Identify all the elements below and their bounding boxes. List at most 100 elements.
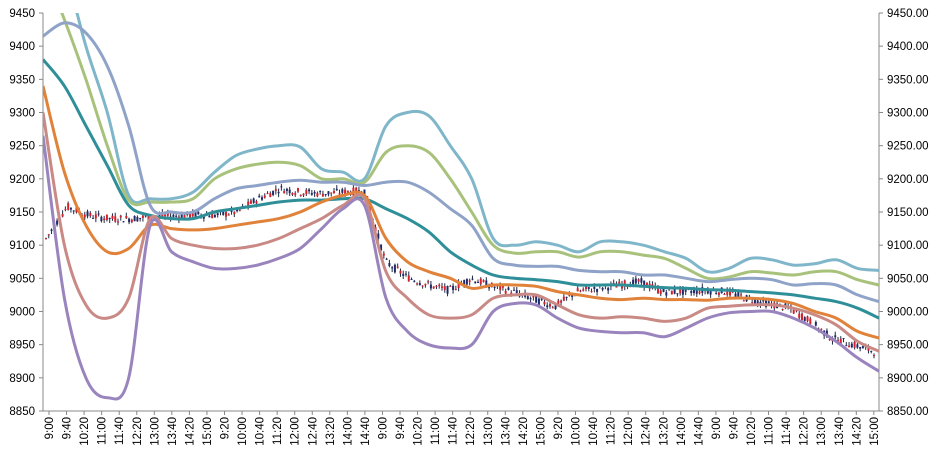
y-tick-label-left: 9350 (9, 74, 35, 86)
price-bar (407, 275, 410, 282)
price-bar (308, 189, 311, 192)
price-bar (676, 293, 679, 295)
price-bar (452, 285, 455, 290)
x-tick-label: 11:00 (97, 417, 109, 445)
price-bar (715, 292, 718, 294)
price-bar (208, 215, 211, 218)
x-tick-label: 13:20 (658, 417, 670, 446)
y-tick-label-left: 8950 (9, 340, 35, 352)
price-bar (432, 286, 435, 289)
price-bar (482, 280, 485, 282)
y-tick-label-right: 9000.00 (887, 307, 929, 319)
price-bar (665, 292, 668, 296)
price-bar (108, 217, 111, 220)
price-bar (61, 214, 64, 217)
price-bar (596, 288, 599, 292)
price-bar (579, 290, 582, 292)
price-bar (299, 194, 302, 196)
chart: 9450 9450.00 9400 9400.00 9350 9350.00 9300 930… (0, 0, 950, 454)
x-tick-label: 14:40 (693, 417, 705, 446)
x-tick-label: 12:20 (132, 417, 144, 446)
price-bar (673, 289, 676, 294)
x-tick-label: 13:40 (167, 417, 179, 446)
price-bar (801, 313, 803, 321)
price-bar (45, 238, 47, 240)
price-bar (468, 280, 471, 282)
x-tick-label: 10:40 (588, 417, 600, 446)
x-tick-label: 12:20 (799, 417, 811, 446)
x-tick-label: 13:00 (483, 417, 495, 446)
x-tick-label: 15:00 (535, 417, 547, 446)
x-tick-label: 10:40 (255, 417, 267, 446)
price-bar (316, 193, 319, 197)
y-tick-label-right: 9150.00 (887, 207, 929, 219)
price-bar (83, 214, 86, 218)
price-bar (446, 285, 449, 294)
price-bar (86, 211, 89, 217)
price-bar (213, 214, 216, 218)
price-bar (587, 287, 590, 289)
x-tick-label: 12:00 (290, 417, 302, 446)
price-bar (870, 351, 873, 353)
price-bar (100, 216, 103, 222)
price-bar (834, 335, 837, 338)
price-bar (565, 296, 568, 298)
series-line-2 (60, 13, 879, 287)
price-bar (413, 280, 416, 282)
y-tick-label-left: 9150 (9, 207, 35, 219)
price-bar (105, 214, 108, 221)
x-tick-label: 12:00 (623, 417, 635, 446)
price-bar (64, 209, 67, 211)
price-bar (698, 291, 701, 294)
price-bar (853, 341, 856, 348)
series-line-7 (43, 135, 879, 401)
price-bar (164, 214, 167, 217)
x-tick-label: 10:00 (237, 417, 249, 446)
x-tick-label: 14:00 (342, 417, 354, 446)
price-bar (593, 286, 596, 289)
price-bar (294, 193, 297, 195)
price-bar (585, 286, 587, 290)
price-bar (249, 200, 252, 204)
price-bar (820, 328, 823, 330)
price-bar (848, 345, 851, 348)
price-bar (537, 298, 540, 305)
x-tick-label: 11:20 (272, 417, 284, 445)
price-bar (429, 284, 432, 289)
price-bar (119, 215, 122, 218)
price-bar (111, 215, 114, 219)
price-bar (382, 253, 385, 256)
price-bar (814, 321, 817, 326)
price-bar (313, 192, 316, 194)
price-bar (302, 193, 305, 196)
x-tick-label: 14:00 (676, 417, 688, 446)
price-bar (549, 304, 551, 307)
price-bar (792, 309, 795, 314)
price-bar (277, 191, 280, 194)
x-tick-label: 12:40 (641, 417, 653, 446)
y-tick-label-right: 9300.00 (887, 108, 929, 120)
price-bar (507, 287, 510, 290)
x-tick-label: 10:00 (571, 417, 583, 446)
price-bar (576, 288, 579, 292)
price-bar (216, 213, 219, 216)
price-bar (582, 289, 585, 291)
x-tick-label: 9:20 (220, 417, 232, 439)
price-bar (388, 263, 391, 267)
price-bar (845, 345, 848, 347)
y-tick-label-left: 9100 (9, 240, 35, 252)
price-bar (640, 278, 643, 283)
y-tick-label-left: 9200 (9, 174, 35, 186)
y-tick-label-left: 9450 (9, 8, 35, 20)
price-bar (324, 194, 327, 196)
price-bar (399, 270, 402, 274)
price-bar (723, 294, 726, 296)
price-bar (50, 229, 53, 231)
price-bar (335, 188, 338, 191)
price-bar (405, 273, 407, 275)
price-bar (89, 212, 92, 217)
price-bar (341, 189, 344, 193)
price-bar (103, 218, 106, 221)
price-bar (263, 195, 266, 198)
price-bar (441, 286, 443, 288)
